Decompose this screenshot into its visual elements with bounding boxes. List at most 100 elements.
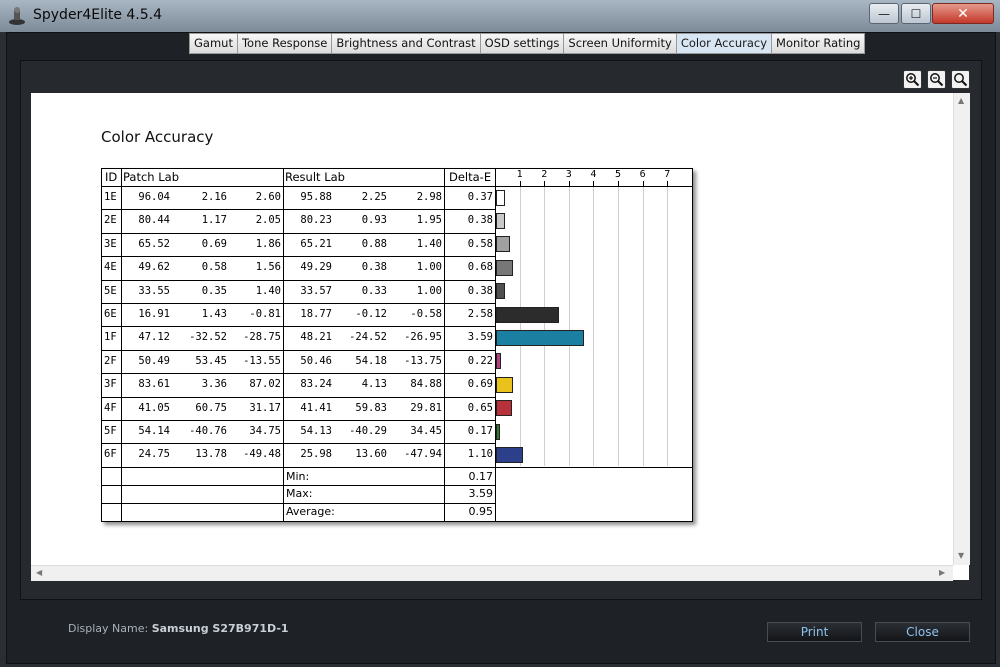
stat-value: 0.17 — [468, 469, 494, 483]
patch-id: 6F — [104, 448, 117, 461]
patch-id: 2F — [104, 354, 117, 367]
delta-e-bar — [496, 329, 585, 346]
minimize-icon: — — [878, 6, 890, 21]
color-accuracy-table: ID Patch Lab Result Lab Delta-E 1 2 3 4 5 6 7 1… — [101, 168, 693, 522]
tab-monitor-rating[interactable]: Monitor Rating — [772, 34, 865, 53]
delta-e-bar — [496, 446, 524, 463]
tab-screen-uniformity[interactable]: Screen Uniformity — [564, 34, 677, 53]
patch-b: -0.81 — [249, 308, 281, 320]
tab-color-accuracy[interactable]: Color Accuracy — [676, 34, 773, 53]
zoom-out-button[interactable] — [927, 70, 946, 89]
patch-l: 33.55 — [138, 284, 170, 297]
patch-b: 2.05 — [255, 214, 281, 227]
scroll-up-icon[interactable]: ▲ — [958, 96, 964, 105]
delta-e-value: 1.10 — [467, 448, 493, 461]
result-l: 33.57 — [300, 284, 332, 297]
tab-brightness-and-contrast[interactable]: Brightness and Contrast — [332, 34, 481, 53]
delta-e-bar — [496, 283, 506, 300]
scroll-right-icon[interactable]: ▶ — [939, 568, 945, 577]
delta-e-bar — [496, 236, 511, 253]
stat-value: 0.95 — [468, 504, 494, 518]
patch-a: 1.43 — [201, 308, 227, 320]
delta-e-bar — [496, 376, 513, 393]
patch-l: 65.52 — [138, 237, 170, 250]
result-a: -40.29 — [349, 425, 387, 437]
table-row: 4E 49.62 0.58 1.56 49.29 0.38 1.00 0.68 — [102, 256, 495, 279]
tab-osd-settings[interactable]: OSD settings — [480, 34, 565, 53]
patch-id: 5F — [104, 425, 117, 437]
patch-a: 2.16 — [201, 191, 227, 203]
result-a: 0.33 — [361, 284, 387, 297]
patch-l: 83.61 — [138, 378, 170, 391]
delta-e-value: 0.58 — [467, 237, 493, 250]
result-b: 2.98 — [416, 191, 442, 203]
patch-l: 41.05 — [138, 401, 170, 414]
result-a: 0.38 — [361, 261, 387, 274]
delta-e-value: 3.59 — [467, 331, 493, 344]
patch-id: 4E — [104, 261, 117, 274]
scroll-left-icon[interactable]: ◀ — [36, 568, 42, 577]
patch-a: -40.76 — [189, 425, 227, 437]
close-button[interactable]: Close — [875, 622, 970, 642]
horizontal-scrollbar[interactable]: ◀ ▶ — [31, 565, 953, 581]
scroll-down-icon[interactable]: ▼ — [958, 551, 964, 560]
table-row: 5E 33.55 0.35 1.40 33.57 0.33 1.00 0.38 — [102, 280, 495, 303]
result-a: 13.60 — [355, 448, 387, 461]
print-button[interactable]: Print — [767, 622, 862, 642]
table-row: 3E 65.52 0.69 1.86 65.21 0.88 1.40 0.58 — [102, 233, 495, 256]
table-row: 2F 50.49 53.45 -13.55 50.46 54.18 -13.75 0.22 — [102, 350, 495, 373]
patch-id: 1E — [104, 191, 117, 203]
minimize-button[interactable]: — — [869, 3, 899, 24]
patch-a: 0.58 — [201, 261, 227, 274]
delta-e-bar — [496, 306, 560, 323]
maximize-button[interactable]: ☐ — [901, 3, 931, 24]
patch-id: 1F — [104, 331, 117, 344]
zoom-in-icon — [906, 73, 920, 87]
delta-e-value: 0.22 — [467, 354, 493, 367]
delta-e-value: 2.58 — [467, 308, 493, 320]
chart-gridline — [519, 186, 521, 466]
result-a: 0.93 — [361, 214, 387, 227]
result-b: 1.00 — [416, 261, 442, 274]
header-id: ID — [105, 170, 118, 184]
table-row: 4F 41.05 60.75 31.17 41.41 59.83 29.81 0.65 — [102, 397, 495, 420]
display-name-info: Display Name: Samsung S27B971D-1 — [68, 622, 289, 635]
patch-a: 0.69 — [201, 237, 227, 250]
patch-b: 87.02 — [249, 378, 281, 391]
stat-value: 3.59 — [468, 487, 494, 501]
result-b: -13.75 — [404, 354, 442, 367]
vertical-scrollbar[interactable]: ▲ ▼ — [953, 93, 970, 565]
close-window-button[interactable]: ✕ — [932, 3, 994, 24]
delta-e-bar — [496, 423, 501, 440]
tab-gamut[interactable]: Gamut — [190, 34, 238, 53]
chart-tick-label: 7 — [664, 169, 671, 180]
zoom-in-button[interactable] — [903, 70, 922, 89]
report-title: Color Accuracy — [101, 128, 214, 146]
table-row: 3F 83.61 3.36 87.02 83.24 4.13 84.88 0.69 — [102, 373, 495, 396]
chart-gridline — [667, 186, 669, 466]
result-a: -0.12 — [355, 308, 387, 320]
delta-e-value: 0.38 — [467, 284, 493, 297]
patch-a: 60.75 — [195, 401, 227, 414]
patch-a: 13.78 — [195, 448, 227, 461]
patch-l: 96.04 — [138, 191, 170, 203]
result-l: 48.21 — [300, 331, 332, 344]
delta-e-bar — [496, 353, 502, 370]
table-row: 1E 96.04 2.16 2.60 95.88 2.25 2.98 0.37 — [102, 186, 495, 209]
chart-gridline — [642, 186, 644, 466]
patch-id: 5E — [104, 284, 117, 297]
result-l: 83.24 — [300, 378, 332, 391]
table-row: 5F 54.14 -40.76 34.75 54.13 -40.29 34.45 0.17 — [102, 420, 495, 443]
result-l: 41.41 — [300, 401, 332, 414]
result-l: 80.23 — [300, 214, 332, 227]
tab-tone-response[interactable]: Tone Response — [237, 34, 333, 53]
delta-e-value: 0.37 — [467, 191, 493, 203]
patch-l: 54.14 — [138, 425, 170, 437]
header-patch-lab: Patch Lab — [123, 170, 179, 184]
patch-b: 1.40 — [255, 284, 281, 297]
zoom-fit-button[interactable] — [951, 70, 970, 89]
result-b: -26.95 — [404, 331, 442, 344]
result-l: 54.13 — [300, 425, 332, 437]
patch-l: 50.49 — [138, 354, 170, 367]
result-l: 25.98 — [300, 448, 332, 461]
